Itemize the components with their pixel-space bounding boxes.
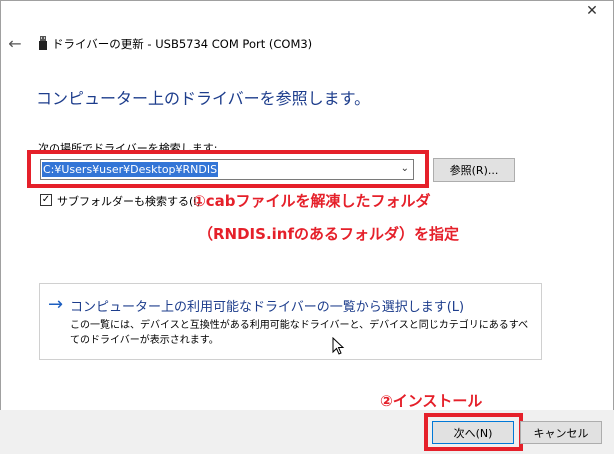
include-subfolders-checkbox[interactable]: ✓: [40, 194, 52, 206]
page-heading: コンピューター上のドライバーを参照します。: [36, 89, 371, 108]
cancel-button[interactable]: キャンセル: [520, 421, 602, 444]
arrow-right-icon: →: [48, 294, 64, 315]
close-icon: ✕: [586, 3, 598, 19]
back-arrow-icon: ←: [8, 33, 22, 53]
highlight-box-next: [424, 413, 523, 451]
close-button[interactable]: ✕: [572, 0, 612, 22]
highlight-box-path: [27, 150, 429, 188]
annotation-note-1: ①cabファイルを解凍したフォルダ: [193, 192, 431, 210]
window-title: ドライバーの更新 - USB5734 COM Port (COM3): [52, 37, 313, 51]
pick-from-list-option[interactable]: → コンピューター上の利用可能なドライバーの一覧から選択します(L) この一覧に…: [39, 283, 542, 360]
pick-option-title[interactable]: コンピューター上の利用可能なドライバーの一覧から選択します(L): [70, 296, 464, 315]
include-subfolders-label[interactable]: サブフォルダーも検索する(I): [57, 193, 201, 209]
mouse-cursor-icon: [332, 337, 345, 355]
annotation-note-2: （RNDIS.infのあるフォルダ）を指定: [198, 225, 459, 243]
browse-button[interactable]: 参照(R)...: [433, 158, 515, 182]
back-button[interactable]: ←: [6, 33, 24, 53]
usb-device-icon: [39, 36, 47, 50]
annotation-note-3: ②インストール: [380, 392, 483, 410]
pick-option-description: この一覧には、デバイスと互換性がある利用可能なドライバーと、デバイスと同じカテゴ…: [70, 320, 529, 346]
